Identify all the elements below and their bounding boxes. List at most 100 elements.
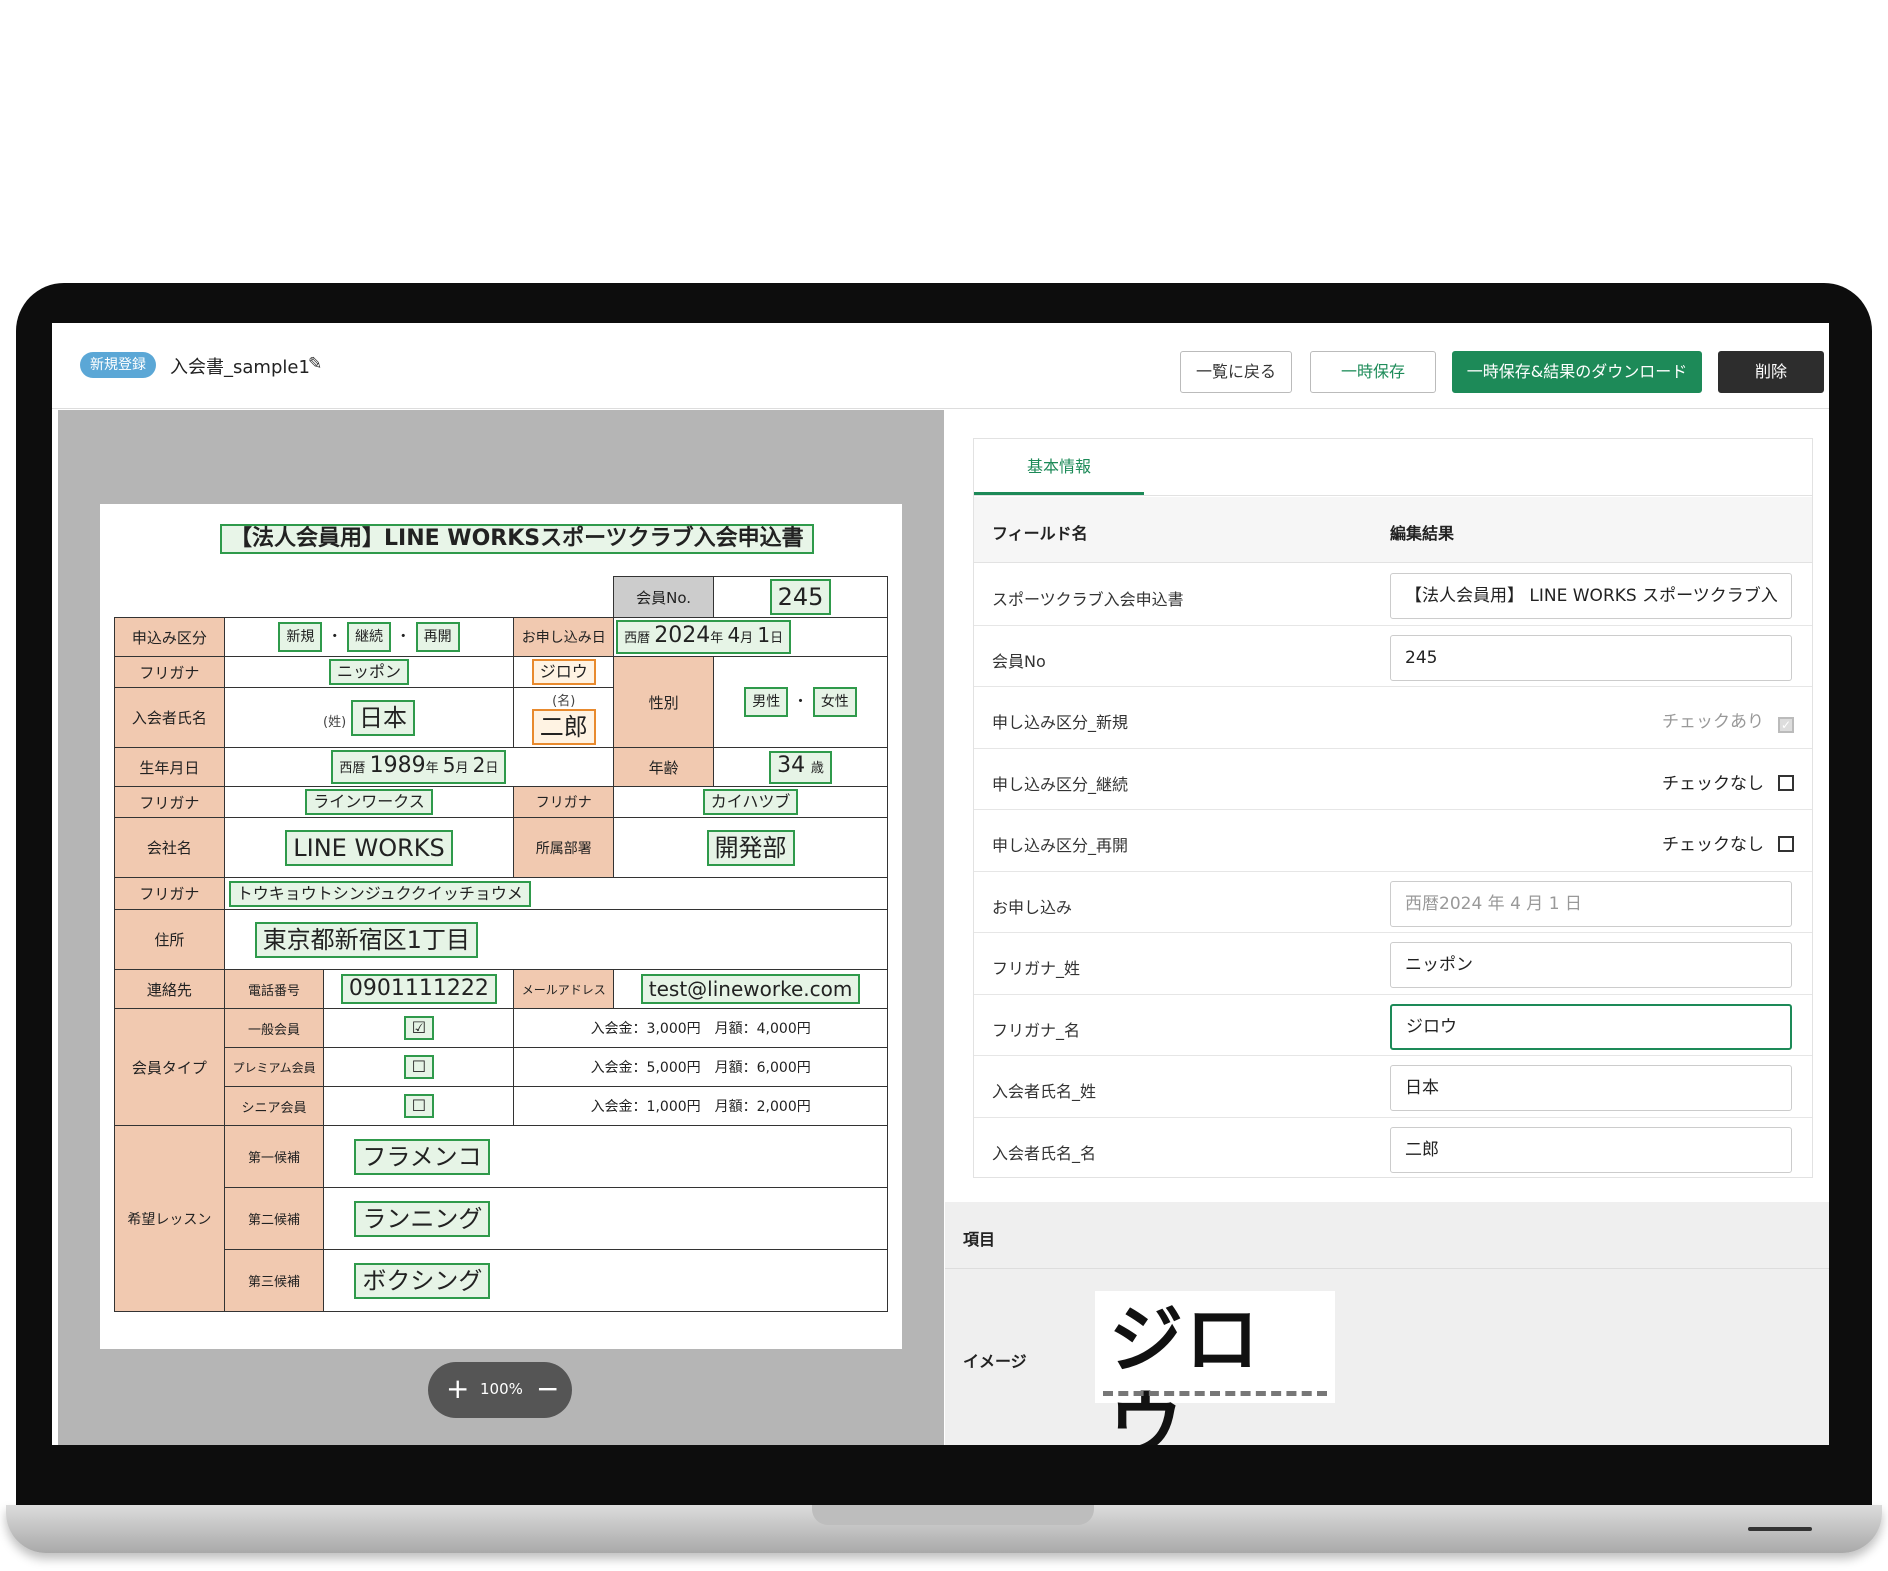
company-label: 会社名 — [114, 817, 225, 878]
contact-label: 連絡先 — [114, 969, 225, 1009]
age-value: 34 歳 — [769, 750, 832, 784]
name-mei-value: 二郎 — [531, 709, 596, 745]
zoom-control: + 100% − — [428, 1362, 572, 1418]
lesson-rank: 第二候補 — [223, 1187, 325, 1250]
table-row: 入会者氏名_姓 日本 — [974, 1056, 1812, 1118]
result-input[interactable]: 245 — [1390, 634, 1792, 681]
separator-dot: ・ — [327, 627, 343, 645]
address-kana-label: フリガナ — [114, 877, 225, 910]
phone-value: 0901111222 — [340, 974, 497, 1004]
address-value: 東京都新宿区1丁目 — [254, 921, 478, 958]
member-type-fee: 入会金：3,000円 月額：4,000円 — [513, 1008, 888, 1048]
lesson-label: 希望レッスン — [114, 1125, 225, 1312]
dept-kana-value: カイハツブ — [702, 789, 799, 815]
edit-title-icon[interactable]: ✎ — [308, 354, 322, 374]
laptop-frame: 新規登録 入会書_sample1 ✎ 一覧に戻る 一時保存 一時保存&結果のダウ… — [16, 283, 1872, 1523]
image-label: イメージ — [963, 1352, 1027, 1371]
apply-date-label: お申し込み日 — [513, 617, 615, 657]
delete-button[interactable]: 削除 — [1718, 351, 1824, 393]
result-input[interactable]: 日本 — [1390, 1065, 1792, 1111]
app-header: 新規登録 入会書_sample1 ✎ 一覧に戻る 一時保存 一時保存&結果のダウ… — [52, 323, 1829, 409]
table-row: 会員No 245 — [974, 626, 1812, 687]
result-input-active[interactable]: ジロウ — [1390, 1003, 1792, 1050]
document-viewer[interactable]: 【法人会員用】LINE WORKSスポーツクラブ入会申込書 会員No. 245 … — [58, 410, 944, 1445]
result-input[interactable]: 二郎 — [1390, 1126, 1792, 1173]
address-kana-value: トウキョウトシンジュククイッチョウメ — [228, 880, 531, 907]
zoom-level: 100% — [480, 1380, 523, 1398]
apply-new-option: 新規 — [278, 622, 323, 652]
checkbox[interactable] — [1778, 774, 1794, 791]
field-list[interactable]: スポーツクラブ入会申込書 【法人会員用】 LINE WORKS スポーツクラブ入… — [974, 564, 1812, 1177]
table-header: フィールド名 編集結果 — [974, 497, 1812, 563]
status-badge: 新規登録 — [80, 352, 156, 378]
result-input[interactable]: ニッポン — [1390, 942, 1792, 988]
laptop-base — [6, 1505, 1882, 1553]
name-label: 入会者氏名 — [114, 687, 225, 748]
tab-basic-info[interactable]: 基本情報 — [974, 439, 1144, 495]
separator-dot: ・ — [395, 627, 411, 645]
result-panel: 基本情報 フィールド名 編集結果 スポーツクラブ入会申込書 【法人会員用】 LI… — [945, 410, 1829, 1445]
sei-mark: (姓) — [323, 714, 347, 730]
field-name: 会員No — [992, 651, 1046, 671]
result-input[interactable]: 【法人会員用】 LINE WORKS スポーツクラブ入 — [1390, 573, 1792, 619]
address-label: 住所 — [114, 909, 225, 970]
age-label: 年齢 — [613, 747, 715, 787]
mei-mark: (名) — [552, 694, 576, 709]
check-status: チェックなし — [1662, 769, 1794, 794]
field-name: スポーツクラブ入会申込書 — [992, 590, 1184, 609]
save-and-download-button[interactable]: 一時保存&結果のダウンロード — [1452, 351, 1702, 393]
birth-date-box: 西暦 1989年 5月 2日 — [331, 750, 507, 784]
field-name: 入会者氏名_名 — [992, 1143, 1097, 1163]
field-name: フリガナ_名 — [992, 1020, 1081, 1040]
dept-label: 所属部署 — [513, 817, 615, 878]
scanned-form: 【法人会員用】LINE WORKSスポーツクラブ入会申込書 会員No. 245 … — [100, 504, 902, 1349]
lesson-value: ランニング — [354, 1200, 491, 1237]
member-type-fee: 入会金：1,000円 月額：2,000円 — [513, 1086, 888, 1126]
checkbox-checked[interactable]: ✓ — [1778, 717, 1794, 733]
checkbox[interactable] — [1778, 836, 1794, 852]
result-input[interactable]: 西暦2024 年 4 月 1 日 — [1390, 880, 1792, 927]
gender-label: 性別 — [613, 656, 715, 748]
member-type-check: ☐ — [403, 1055, 435, 1079]
tab-divider — [974, 495, 1812, 496]
lesson-value: ボクシング — [354, 1262, 491, 1299]
back-to-list-button[interactable]: 一覧に戻る — [1180, 351, 1292, 393]
mail-value: test@lineworke.com — [640, 974, 861, 1004]
birth-label: 生年月日 — [114, 747, 225, 787]
app-screen: 新規登録 入会書_sample1 ✎ 一覧に戻る 一時保存 一時保存&結果のダウ… — [52, 323, 1829, 1445]
separator-dot: ・ — [793, 692, 809, 710]
temp-save-button[interactable]: 一時保存 — [1310, 351, 1436, 393]
furigana-label: フリガナ — [114, 656, 225, 688]
zoom-in-button[interactable]: + — [446, 1372, 469, 1406]
form-title: 【法人会員用】LINE WORKSスポーツクラブ入会申込書 — [220, 524, 814, 554]
check-status: チェックあり ✓ — [1662, 707, 1794, 733]
item-preview-section: 項目 イメージ ジロウ — [945, 1202, 1829, 1445]
field-name: 申し込み区分_新規 — [992, 713, 1129, 732]
table-row: 申し込み区分_再開 チェックなし — [974, 810, 1812, 872]
gender-female-option: 女性 — [812, 687, 857, 717]
apply-resume-option: 再開 — [415, 622, 460, 652]
field-name: フリガナ_姓 — [992, 959, 1081, 978]
dashed-line — [1103, 1391, 1327, 1396]
phone-label: 電話番号 — [223, 969, 325, 1009]
gender-male-option: 男性 — [744, 687, 789, 717]
cropped-image: ジロウ — [1095, 1291, 1335, 1445]
apply-date-box: 西暦 2024年 4月 1日 — [616, 620, 792, 654]
table-row: 申し込み区分_新規 チェックあり ✓ — [974, 687, 1812, 749]
form-table: 会員No. 245 申込み区分 新規 ・ 継続 ・ 再開 お申し込み日 西暦 2… — [114, 576, 889, 1312]
table-row: 申し込み区分_継続 チェックなし — [974, 749, 1812, 810]
member-no-label: 会員No. — [613, 576, 715, 618]
lesson-rank: 第三候補 — [223, 1249, 325, 1312]
zoom-out-button[interactable]: − — [536, 1372, 559, 1406]
dept-value: 開発部 — [706, 829, 795, 866]
lesson-value: フラメンコ — [354, 1138, 490, 1175]
field-name: お申し込み — [992, 897, 1073, 917]
member-type-check: ☐ — [403, 1094, 435, 1118]
column-field: フィールド名 — [992, 524, 1088, 543]
apply-continue-option: 継続 — [347, 622, 391, 652]
table-row: スポーツクラブ入会申込書 【法人会員用】 LINE WORKS スポーツクラブ入 — [974, 564, 1812, 626]
table-row: お申し込み 西暦2024 年 4 月 1 日 — [974, 872, 1812, 933]
furigana-sei-value: ニッポン — [328, 659, 409, 685]
member-type-name: プレミアム会員 — [223, 1047, 325, 1087]
field-name: 入会者氏名_姓 — [992, 1082, 1097, 1101]
